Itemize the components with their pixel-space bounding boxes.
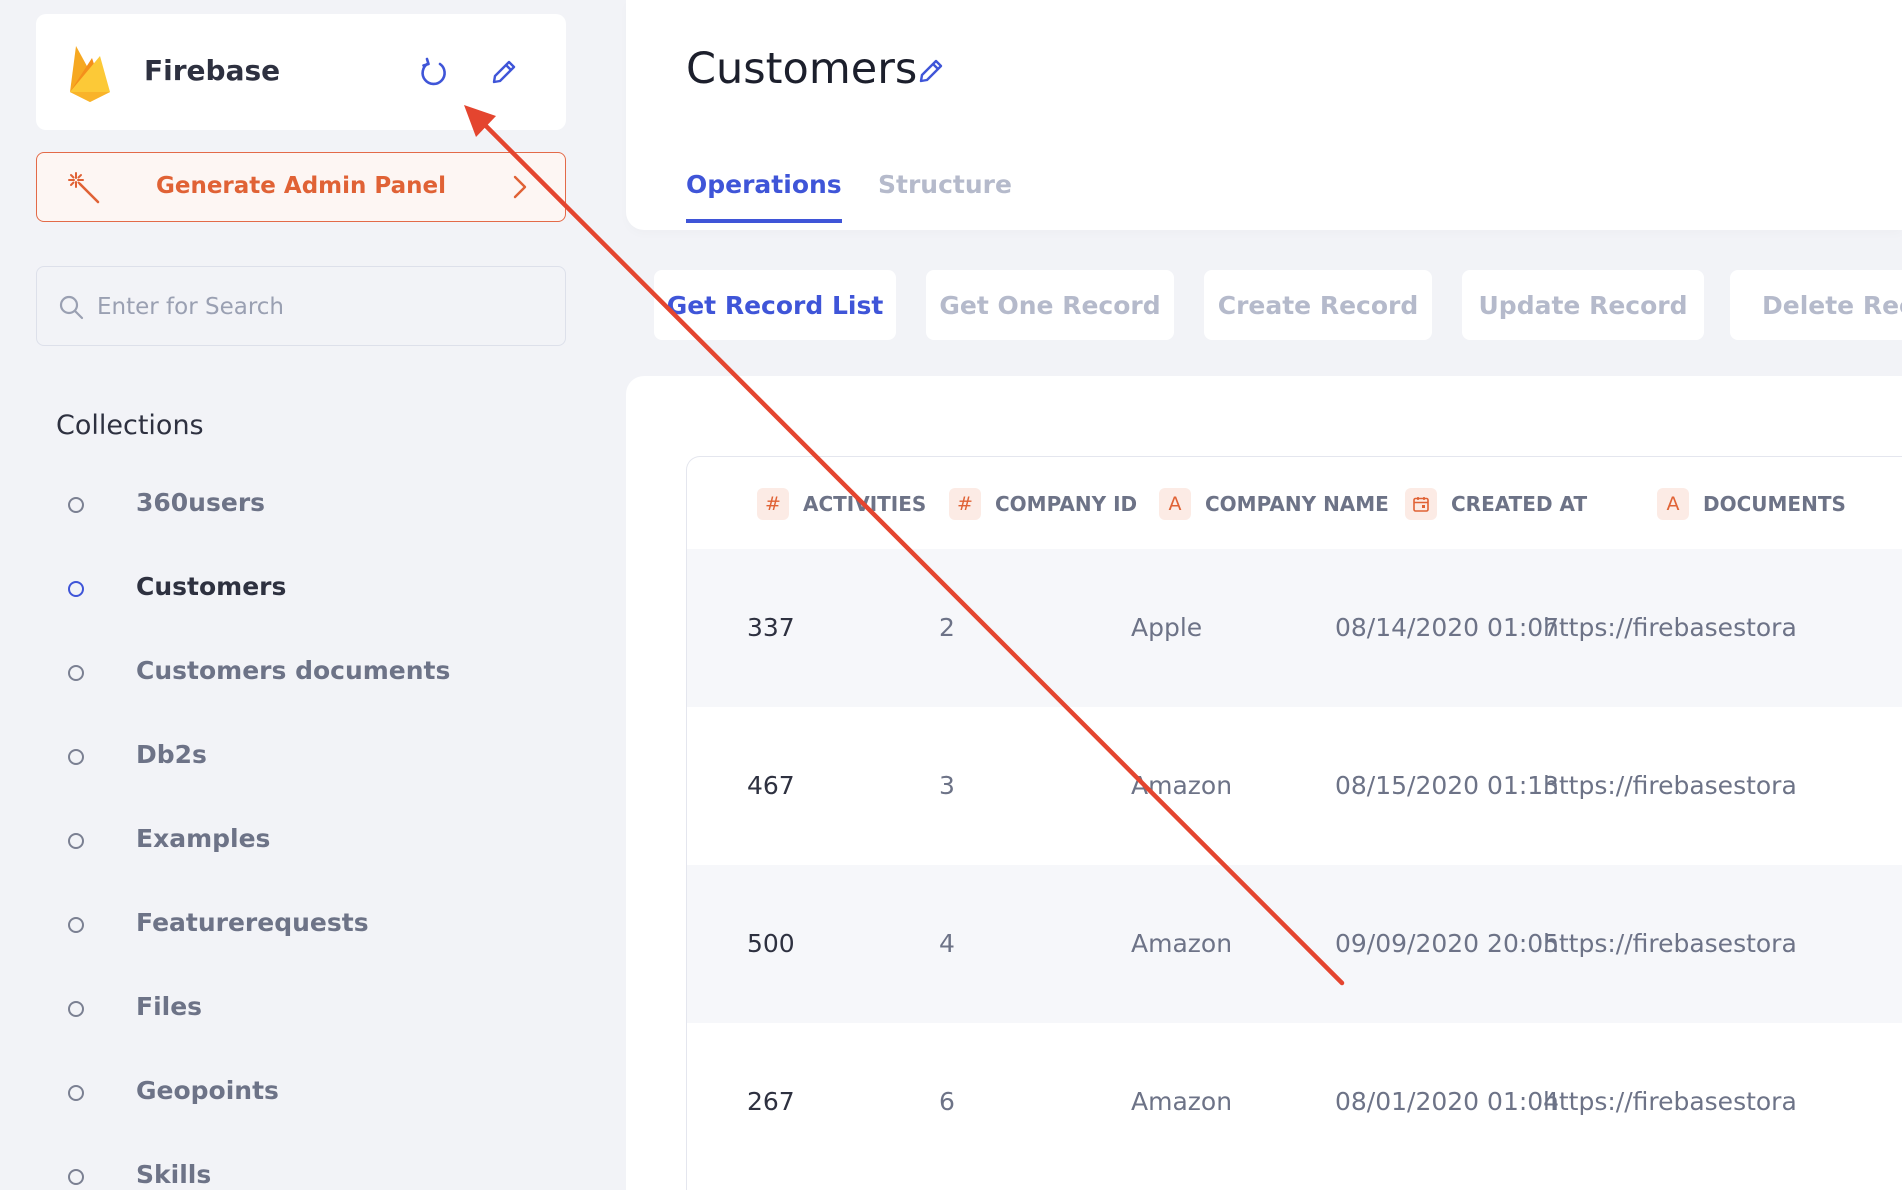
collection-label: Files	[136, 992, 203, 1021]
connection-card: Firebase	[36, 14, 566, 130]
collection-item[interactable]: 360users	[0, 470, 626, 554]
edit-connection-icon[interactable]	[486, 54, 522, 90]
sidebar: Firebase Generate Admin Panel Collection…	[0, 0, 626, 1190]
circle-bullet-icon	[68, 665, 84, 681]
generate-admin-panel-label: Generate Admin Panel	[155, 173, 447, 199]
number-type-icon: #	[757, 488, 789, 520]
generate-admin-panel-button[interactable]: Generate Admin Panel	[36, 152, 566, 222]
update-record-button[interactable]: Update Record	[1462, 270, 1704, 340]
page-title: Customers	[686, 44, 918, 94]
collection-label: Examples	[136, 824, 271, 853]
column-header-label: COMPANY NAME	[1205, 492, 1389, 516]
chevron-right-icon	[513, 175, 527, 199]
edit-title-icon[interactable]	[916, 56, 946, 86]
circle-bullet-icon	[68, 917, 84, 933]
company-id-cell: 4	[939, 929, 955, 958]
firebase-logo-icon	[70, 46, 110, 102]
column-header-documents[interactable]: A DOCUMENTS	[1657, 487, 1846, 521]
company-id-cell: 6	[939, 1087, 955, 1116]
activities-cell: 500	[747, 929, 795, 958]
circle-bullet-icon	[68, 749, 84, 765]
connection-name: Firebase	[144, 54, 281, 87]
records-table: # ACTIVITIES # COMPANY ID A COMPANY NAME…	[686, 456, 1902, 1190]
collection-label: Customers documents	[136, 656, 451, 685]
company-id-cell: 2	[939, 613, 955, 642]
table-row[interactable]: 467 3 Amazon 08/15/2020 01:13 https://fireba…	[687, 707, 1902, 865]
collection-label: Geopoints	[136, 1076, 279, 1105]
collection-item[interactable]: Customers documents	[0, 638, 626, 722]
column-header-company-id[interactable]: # COMPANY ID	[949, 487, 1137, 521]
collection-item[interactable]: Files	[0, 974, 626, 1058]
column-header-label: CREATED AT	[1451, 492, 1588, 516]
created-at-cell: 08/01/2020 01:04	[1335, 1087, 1560, 1116]
create-record-button[interactable]: Create Record	[1204, 270, 1432, 340]
collection-label: 360users	[136, 488, 266, 517]
documents-cell: https://firebasestora	[1543, 613, 1797, 642]
activities-cell: 267	[747, 1087, 795, 1116]
company-name-cell: Amazon	[1131, 1087, 1233, 1116]
activities-cell: 337	[747, 613, 795, 642]
collection-label: Skills	[136, 1160, 212, 1189]
column-header-label: ACTIVITIES	[803, 492, 927, 516]
get-record-list-button[interactable]: Get Record List	[654, 270, 896, 340]
collection-label: Customers	[136, 572, 287, 601]
documents-cell: https://firebasestora	[1543, 1087, 1797, 1116]
created-at-cell: 08/14/2020 01:07	[1335, 613, 1560, 642]
get-one-record-button[interactable]: Get One Record	[926, 270, 1174, 340]
circle-bullet-icon	[68, 1001, 84, 1017]
circle-bullet-icon	[68, 581, 84, 597]
collection-item[interactable]: Geopoints	[0, 1058, 626, 1142]
column-header-label: DOCUMENTS	[1703, 492, 1846, 516]
documents-cell: https://firebasestora	[1543, 929, 1797, 958]
company-id-cell: 3	[939, 771, 955, 800]
company-name-cell: Amazon	[1131, 929, 1233, 958]
collection-label: Db2s	[136, 740, 207, 769]
circle-bullet-icon	[68, 1169, 84, 1185]
column-header-company-name[interactable]: A COMPANY NAME	[1159, 487, 1389, 521]
created-at-cell: 09/09/2020 20:05	[1335, 929, 1560, 958]
page-header: Customers Operations Structure	[626, 0, 1902, 230]
table-row[interactable]: 267 6 Amazon 08/01/2020 01:04 https://fireba…	[687, 1023, 1902, 1181]
delete-record-button[interactable]: Delete Reco	[1730, 270, 1902, 340]
search-input[interactable]	[97, 285, 537, 329]
collections-list: 360users Customers Customers documents Db2s…	[0, 470, 626, 1190]
company-name-cell: Apple	[1131, 613, 1203, 642]
created-at-cell: 08/15/2020 01:13	[1335, 771, 1560, 800]
text-type-icon: A	[1657, 488, 1689, 520]
search-box	[36, 266, 566, 346]
search-icon	[59, 295, 84, 320]
column-header-created-at[interactable]: CREATED AT	[1405, 487, 1587, 521]
text-type-icon: A	[1159, 488, 1191, 520]
tab-operations[interactable]: Operations	[686, 170, 842, 223]
activities-cell: 467	[747, 771, 795, 800]
calendar-icon	[1405, 488, 1437, 520]
collection-label: Featurerequests	[136, 908, 369, 937]
circle-bullet-icon	[68, 833, 84, 849]
collection-item[interactable]: Examples	[0, 806, 626, 890]
collection-item[interactable]: Featurerequests	[0, 890, 626, 974]
circle-bullet-icon	[68, 1085, 84, 1101]
collection-item[interactable]: Skills	[0, 1142, 626, 1190]
documents-cell: https://firebasestora	[1543, 771, 1797, 800]
refresh-icon[interactable]	[416, 54, 452, 90]
column-header-activities[interactable]: # ACTIVITIES	[757, 487, 926, 521]
number-type-icon: #	[949, 488, 981, 520]
collection-item[interactable]: Db2s	[0, 722, 626, 806]
collection-item[interactable]: Customers	[0, 554, 626, 638]
company-name-cell: Amazon	[1131, 771, 1233, 800]
tab-structure[interactable]: Structure	[878, 170, 1012, 219]
table-row[interactable]: 500 4 Amazon 09/09/2020 20:05 https://fireba…	[687, 865, 1902, 1023]
records-panel: # ACTIVITIES # COMPANY ID A COMPANY NAME…	[626, 376, 1902, 1190]
column-header-label: COMPANY ID	[995, 492, 1138, 516]
table-row[interactable]: 337 2 Apple 08/14/2020 01:07 https://firebas…	[687, 549, 1902, 707]
circle-bullet-icon	[68, 497, 84, 513]
collections-heading: Collections	[56, 410, 204, 441]
